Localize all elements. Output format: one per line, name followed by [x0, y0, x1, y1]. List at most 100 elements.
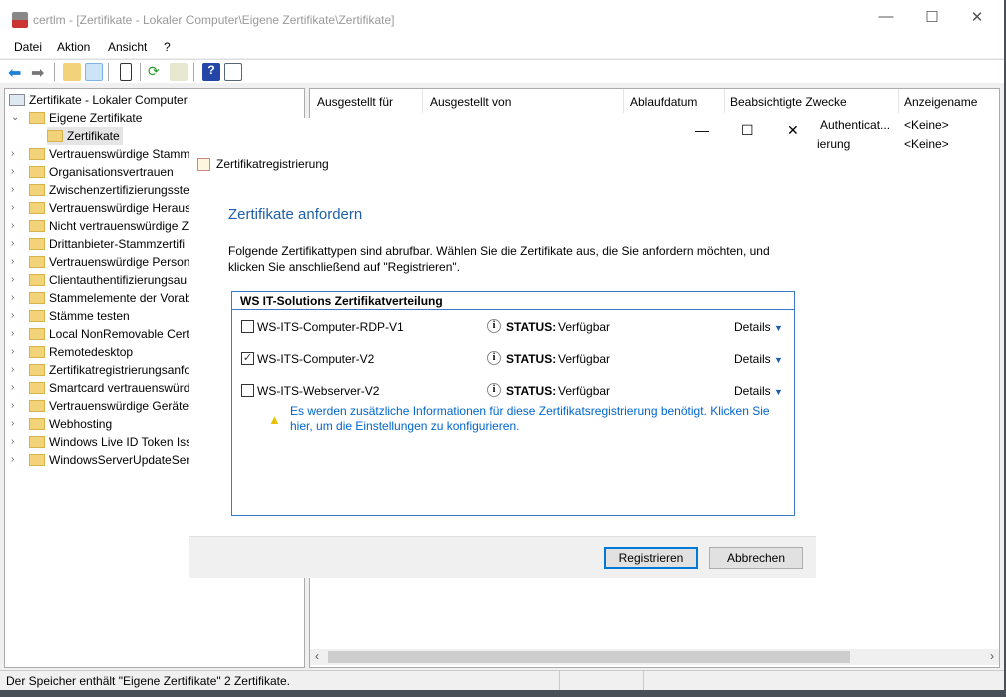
status-value: Verfügbar: [558, 352, 611, 366]
forward-icon[interactable]: ➡: [31, 63, 49, 82]
row2-name[interactable]: <Keine>: [904, 137, 949, 151]
horizontal-scrollbar[interactable]: ‹ ›: [310, 649, 999, 665]
scroll-thumb[interactable]: [328, 651, 850, 663]
window-title: certlm - [Zertifikate - Lokaler Computer…: [33, 13, 395, 27]
chevron-right-icon[interactable]: ›: [11, 307, 14, 325]
chevron-right-icon[interactable]: ›: [11, 217, 14, 235]
chevron-right-icon[interactable]: ›: [11, 145, 14, 163]
scroll-left-icon[interactable]: ‹: [315, 649, 319, 663]
template-checkbox[interactable]: [241, 384, 254, 397]
folder-icon: [29, 346, 45, 358]
folder-icon: [47, 130, 63, 142]
certificate-enrollment-icon: [197, 158, 210, 171]
folder-icon: [29, 274, 45, 286]
folder-icon: [29, 310, 45, 322]
folder-icon: [29, 364, 45, 376]
action-pane-icon[interactable]: [224, 63, 242, 81]
dialog-close-button[interactable]: ✕: [787, 122, 799, 139]
details-toggle[interactable]: Details ▼: [734, 320, 783, 334]
chevron-right-icon[interactable]: ›: [11, 253, 14, 271]
group-title: WS IT-Solutions Zertifikatverteilung: [232, 292, 794, 310]
folder-icon: [29, 148, 45, 160]
details-toggle[interactable]: Details ▼: [734, 352, 783, 366]
folder-icon: [29, 202, 45, 214]
chevron-right-icon[interactable]: ›: [11, 163, 14, 181]
title-bar: certlm - [Zertifikate - Lokaler Computer…: [0, 0, 1004, 36]
chevron-right-icon[interactable]: ›: [11, 199, 14, 217]
status-value: Verfügbar: [558, 384, 611, 398]
chevron-right-icon[interactable]: ›: [11, 343, 14, 361]
chevron-right-icon[interactable]: ›: [11, 181, 14, 199]
folder-icon: [29, 436, 45, 448]
help-icon[interactable]: ?: [202, 63, 220, 81]
row1-name[interactable]: <Keine>: [904, 118, 949, 132]
folder-icon: [29, 454, 45, 466]
tree-item-zertifikate-selected[interactable]: Zertifikate: [47, 127, 123, 145]
status-label: STATUS:: [506, 384, 557, 398]
certificate-store-icon: [9, 94, 25, 106]
scroll-right-icon[interactable]: ›: [990, 649, 994, 663]
template-name: WS-ITS-Webserver-V2: [257, 384, 380, 398]
template-name: WS-ITS-Computer-RDP-V1: [257, 320, 404, 334]
status-bar: Der Speicher enthält "Eigene Zertifikate…: [0, 670, 1004, 690]
close-button[interactable]: ✕: [967, 8, 987, 28]
chevron-down-icon: ▼: [774, 387, 783, 397]
configure-settings-link[interactable]: Es werden zusätzliche Informationen für …: [290, 404, 770, 434]
chevron-right-icon[interactable]: ›: [11, 235, 14, 253]
status-value: Verfügbar: [558, 320, 611, 334]
menu-datei[interactable]: Datei: [14, 40, 42, 54]
details-toggle[interactable]: Details ▼: [734, 384, 783, 398]
dialog-maximize-button[interactable]: ☐: [741, 122, 754, 139]
minimize-button[interactable]: —: [876, 8, 896, 28]
tree-root[interactable]: Zertifikate - Lokaler Computer: [9, 91, 188, 109]
folder-icon: [29, 220, 45, 232]
chevron-right-icon[interactable]: ›: [11, 271, 14, 289]
info-icon: i: [487, 383, 501, 397]
chevron-right-icon[interactable]: ›: [11, 325, 14, 343]
folder-icon: [29, 166, 45, 178]
info-icon: i: [487, 319, 501, 333]
menu-ansicht[interactable]: Ansicht: [108, 40, 147, 54]
chevron-down-icon[interactable]: ⌄: [11, 109, 19, 127]
show-tree-icon[interactable]: [85, 63, 103, 81]
folder-icon: [29, 112, 45, 124]
chevron-right-icon[interactable]: ›: [11, 415, 14, 433]
chevron-right-icon[interactable]: ›: [11, 379, 14, 397]
dialog-minimize-button[interactable]: —: [695, 122, 709, 138]
template-checkbox[interactable]: [241, 320, 254, 333]
column-ablaufdatum[interactable]: Ablaufdatum: [630, 95, 697, 109]
back-icon[interactable]: ⬅: [8, 63, 26, 82]
folder-icon: [29, 238, 45, 250]
chevron-right-icon[interactable]: ›: [11, 397, 14, 415]
up-folder-icon[interactable]: [63, 63, 81, 81]
certificate-enrollment-dialog: — ☐ ✕ Zertifikatregistrierung Zertifikat…: [189, 118, 816, 578]
row2-purpose[interactable]: ierung: [817, 137, 850, 151]
menu-aktion[interactable]: Aktion: [57, 40, 90, 54]
toolbar: ⬅ ➡ ⟳ ?: [0, 59, 1004, 83]
row1-purpose[interactable]: Authenticat...: [820, 118, 890, 132]
chevron-right-icon[interactable]: ›: [11, 433, 14, 451]
refresh-icon[interactable]: ⟳: [148, 63, 166, 81]
folder-icon: [29, 256, 45, 268]
dialog-title: Zertifikatregistrierung: [216, 157, 329, 171]
cancel-button[interactable]: Abbrechen: [709, 547, 803, 569]
folder-icon: [29, 382, 45, 394]
folder-icon: [29, 328, 45, 340]
column-zwecke[interactable]: Beabsichtigte Zwecke: [730, 95, 847, 109]
menu-bar: Datei Aktion Ansicht ?: [0, 36, 1004, 58]
maximize-button[interactable]: ☐: [922, 8, 942, 28]
clipboard-icon[interactable]: [120, 63, 132, 81]
column-ausgestellt-fuer[interactable]: Ausgestellt für: [317, 95, 393, 109]
menu-help[interactable]: ?: [164, 40, 171, 54]
chevron-right-icon[interactable]: ›: [11, 451, 14, 469]
chevron-down-icon: ▼: [774, 355, 783, 365]
folder-icon: [29, 418, 45, 430]
export-icon[interactable]: [170, 63, 188, 81]
column-anzeigename[interactable]: Anzeigename: [904, 95, 977, 109]
folder-icon: [29, 400, 45, 412]
register-button[interactable]: Registrieren: [604, 547, 698, 569]
chevron-right-icon[interactable]: ›: [11, 289, 14, 307]
column-ausgestellt-von[interactable]: Ausgestellt von: [430, 95, 511, 109]
chevron-right-icon[interactable]: ›: [11, 361, 14, 379]
template-checkbox[interactable]: ✓: [241, 352, 254, 365]
